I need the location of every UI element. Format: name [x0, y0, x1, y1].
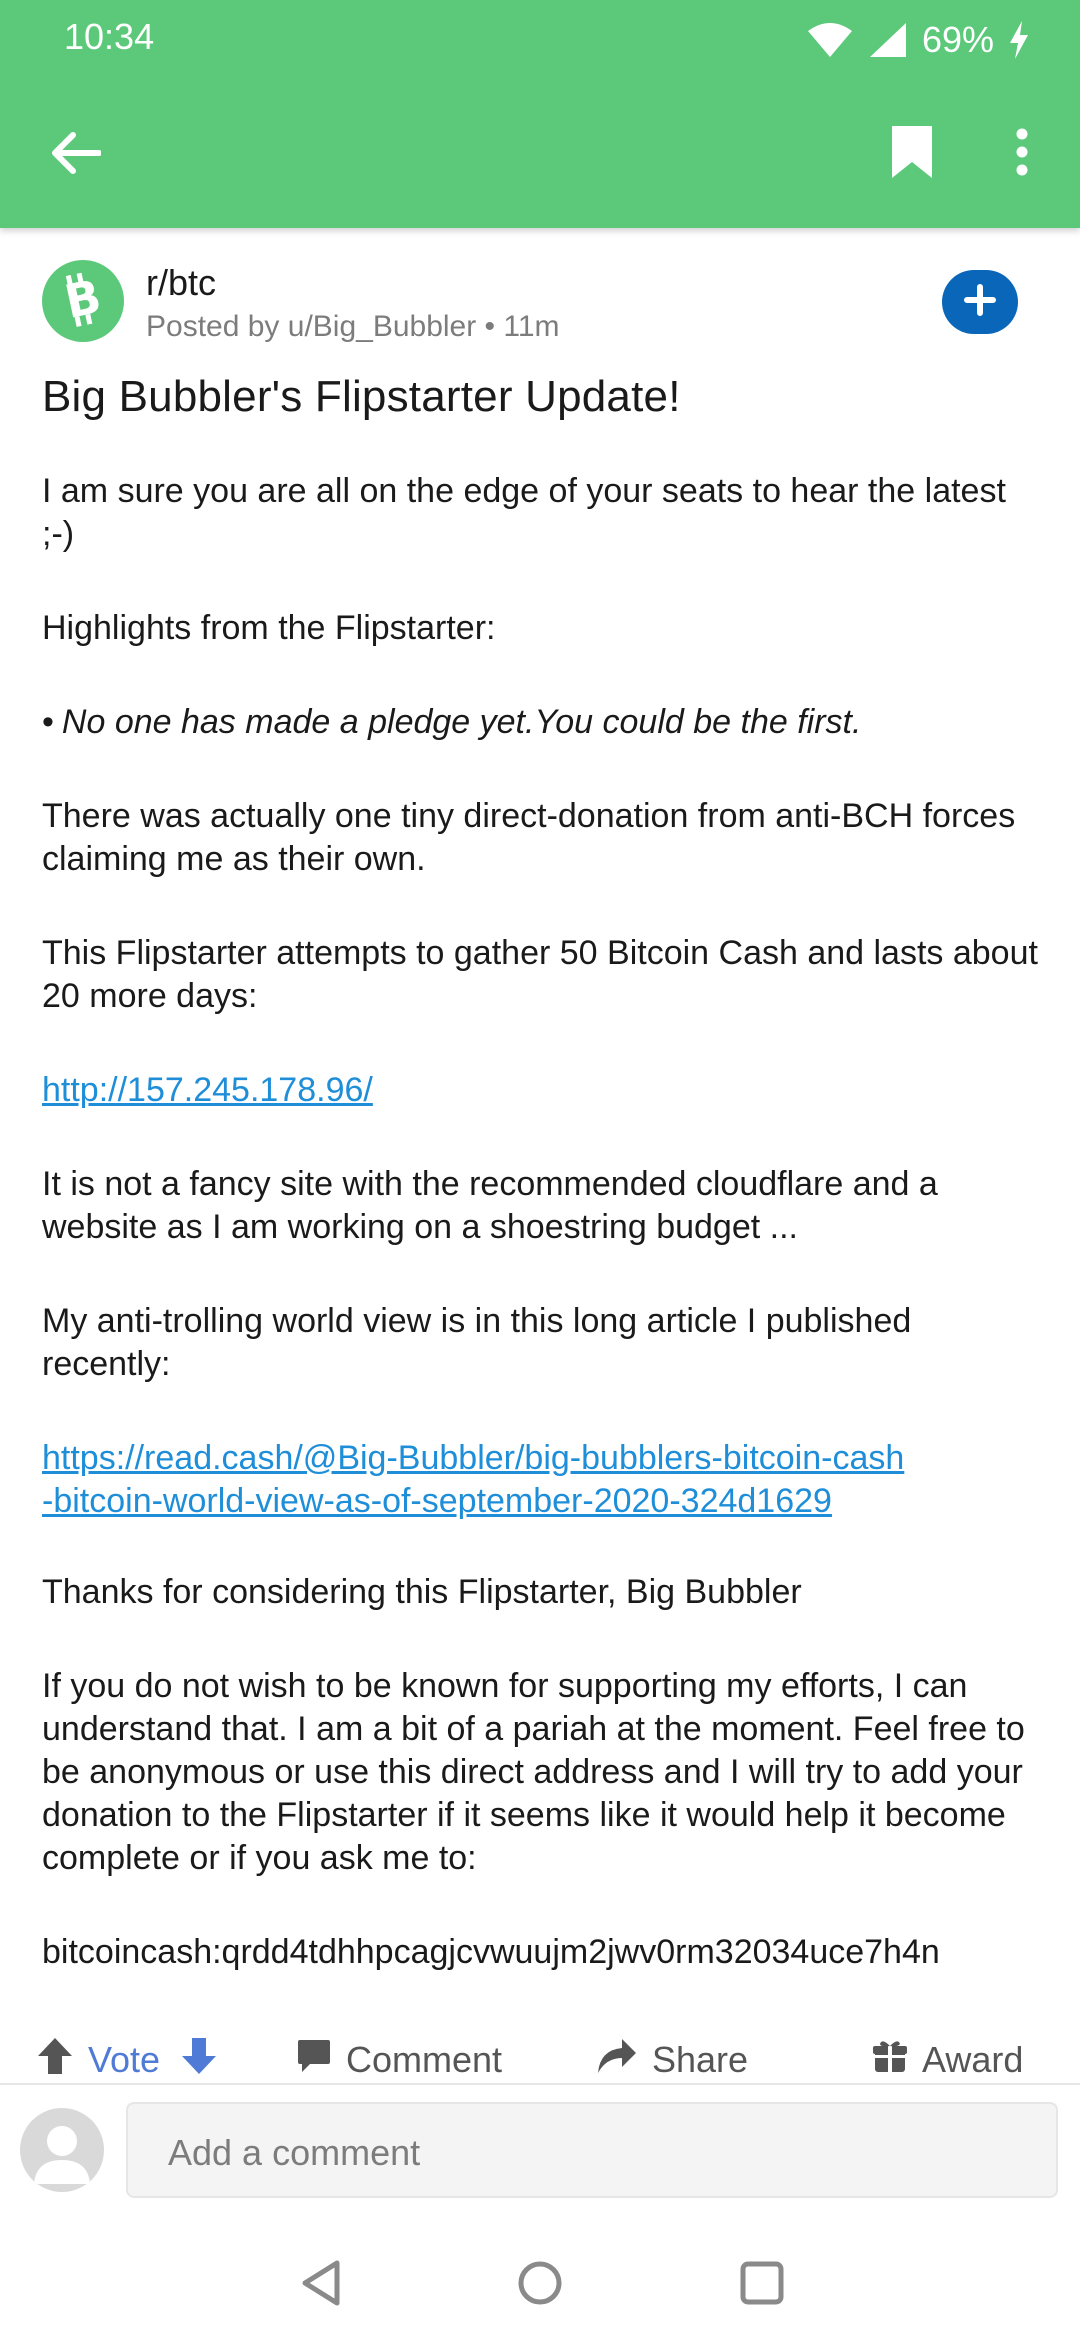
arrow-up-icon — [36, 2037, 74, 2084]
upvote-button[interactable] — [36, 2036, 74, 2085]
share-icon — [596, 2037, 638, 2084]
subreddit-avatar[interactable]: B — [42, 260, 124, 342]
comment-icon — [296, 2038, 332, 2083]
gift-icon — [872, 2038, 908, 2083]
back-button[interactable] — [40, 120, 110, 190]
link-paragraph: https://read.cash/@Big-Bubbler/big-bubbl… — [42, 1437, 1042, 1523]
downvote-button[interactable] — [180, 2036, 218, 2085]
bookmark-icon — [890, 124, 934, 185]
bitcoin-cash-icon: B — [57, 268, 109, 334]
arrow-left-icon — [49, 131, 102, 180]
post-paragraph: This Flipstarter attempts to gather 50 B… — [42, 934, 1038, 1015]
post-paragraph: There was actually one tiny direct-donat… — [42, 797, 1016, 878]
flipstarter-link[interactable]: http://157.245.178.96/ — [42, 1071, 373, 1109]
nav-home-button[interactable] — [505, 2250, 575, 2320]
article-link-line-1: https://read.cash/@Big-Bubbler/big-bubbl… — [42, 1439, 905, 1477]
add-comment-field[interactable]: Add a comment — [126, 2102, 1058, 2198]
award-button[interactable]: Award — [872, 2030, 1023, 2090]
post-meta: Posted by u/Big_Bubbler • 11m — [146, 310, 560, 343]
post-paragraph: Thanks for considering this Flipstarter,… — [42, 1573, 802, 1611]
app-bar: 10:34 69% — [0, 0, 1080, 228]
post-paragraph: My anti-trolling world view is in this l… — [42, 1302, 912, 1383]
signal-icon — [868, 21, 908, 59]
award-label: Award — [922, 2039, 1024, 2080]
bullet-dot: • — [42, 703, 54, 741]
join-subreddit-button[interactable] — [942, 270, 1018, 334]
square-recents-icon — [739, 2260, 785, 2311]
post-paragraph: It is not a fancy site with the recommen… — [42, 1165, 938, 1246]
divider — [0, 2083, 1080, 2085]
arrow-down-icon — [180, 2037, 218, 2084]
nav-recents-button[interactable] — [727, 2250, 797, 2320]
bullet-item: • No one has made a pledge yet.You could … — [42, 701, 1042, 744]
post-action-bar: Vote Comment Share Award — [0, 2030, 1080, 2090]
status-icons: 69% — [806, 16, 1030, 64]
share-button[interactable]: Share — [596, 2030, 748, 2090]
battery-percent: 69% — [921, 19, 994, 60]
share-label: Share — [652, 2039, 749, 2080]
bookmark-button[interactable] — [880, 118, 944, 190]
triangle-back-icon — [299, 2259, 343, 2312]
vote-group: Vote — [36, 2030, 218, 2090]
subreddit-name[interactable]: r/btc — [146, 262, 216, 304]
vote-label: Vote — [88, 2039, 161, 2080]
more-vertical-icon — [1015, 127, 1029, 182]
bullet-text: No one has made a pledge yet.You could b… — [61, 703, 862, 741]
more-options-button[interactable] — [1000, 118, 1044, 190]
plus-icon — [964, 283, 996, 321]
wifi-icon — [806, 21, 854, 59]
link-paragraph: http://157.245.178.96/ — [42, 1069, 1042, 1112]
post-body: I am sure you are all on the edge of you… — [42, 470, 1042, 2025]
post-paragraph: If you do not wish to be known for suppo… — [42, 1667, 1025, 1877]
post-title: Big Bubbler's Flipstarter Update! — [42, 372, 681, 421]
nav-back-button[interactable] — [286, 2250, 356, 2320]
status-time: 10:34 — [64, 16, 155, 57]
user-avatar-icon — [20, 2108, 104, 2192]
post-paragraph: I am sure you are all on the edge of you… — [42, 472, 1006, 553]
post-paragraph: Highlights from the Flipstarter: — [42, 609, 496, 647]
article-link[interactable]: https://read.cash/@Big-Bubbler/big-bubbl… — [42, 1439, 904, 1520]
system-nav-bar — [0, 2230, 1080, 2340]
article-link-line-2: -bitcoin-world-view-as-of-september-2020… — [42, 1482, 832, 1520]
comment-button[interactable]: Comment — [296, 2030, 502, 2090]
comment-label: Comment — [346, 2039, 503, 2080]
circle-home-icon — [516, 2259, 564, 2312]
charging-icon — [1008, 21, 1030, 59]
bch-address: bitcoincash:qrdd4tdhhpcagjcvwuujm2jwv0rm… — [42, 1933, 940, 1971]
